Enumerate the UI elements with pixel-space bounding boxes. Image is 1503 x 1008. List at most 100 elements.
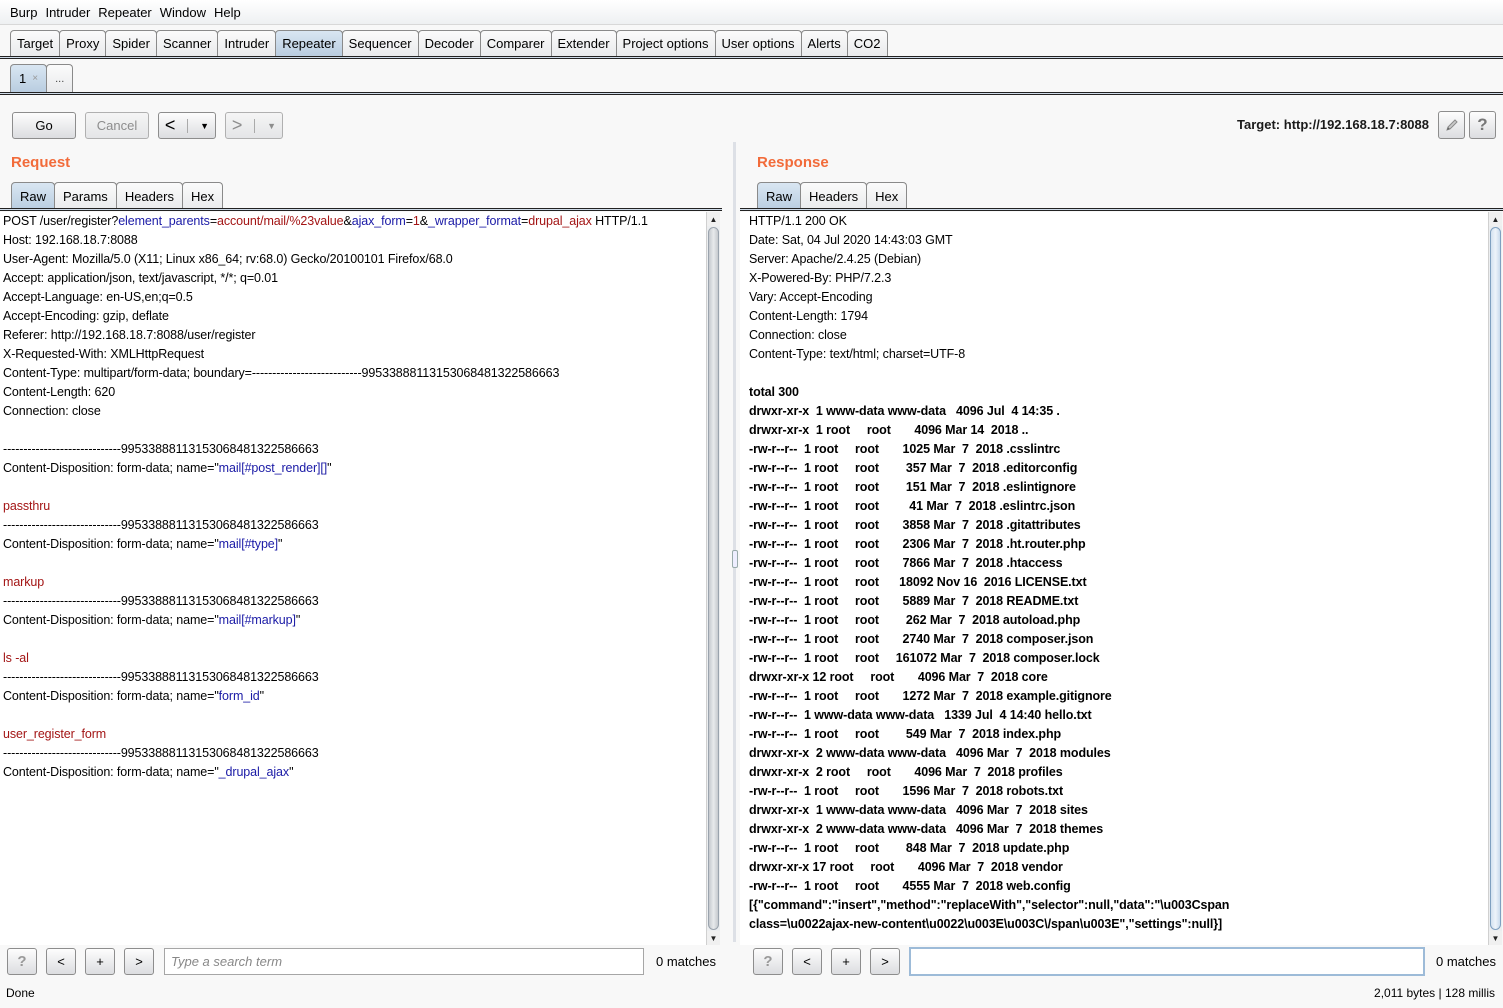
response-search-help-button[interactable]: ? bbox=[753, 948, 783, 975]
tab-divider bbox=[0, 56, 1503, 59]
back-button[interactable]: < ▼ bbox=[158, 112, 216, 139]
request-header: User-Agent: Mozilla/5.0 (X11; Linux x86_… bbox=[3, 252, 453, 266]
menu-window[interactable]: Window bbox=[156, 5, 210, 20]
forward-history-dropdown-icon[interactable]: ▼ bbox=[267, 121, 276, 131]
next-icon: > bbox=[135, 954, 143, 969]
request-header: X-Requested-With: XMLHttpRequest bbox=[3, 347, 205, 361]
request-tab-headers[interactable]: Headers bbox=[115, 182, 183, 210]
tab-repeater[interactable]: Repeater bbox=[275, 30, 343, 56]
scroll-down-icon[interactable]: ▼ bbox=[1489, 931, 1502, 945]
param-separator: & bbox=[343, 214, 352, 228]
tab-project-options[interactable]: Project options bbox=[615, 30, 716, 56]
response-search-input[interactable] bbox=[909, 947, 1425, 976]
tab-label: Repeater bbox=[282, 36, 336, 51]
request-tab-raw[interactable]: Raw bbox=[11, 182, 56, 210]
scroll-up-icon[interactable]: ▲ bbox=[707, 212, 720, 226]
response-tab-headers[interactable]: Headers bbox=[800, 182, 868, 210]
disposition-suffix: " bbox=[289, 765, 294, 779]
tab-label: Decoder bbox=[424, 36, 474, 51]
menu-repeater[interactable]: Repeater bbox=[94, 5, 155, 20]
response-body-line: -rw-r--r-- 1 root root 2740 Mar 7 2018 c… bbox=[749, 632, 1094, 646]
disposition-suffix: " bbox=[278, 537, 283, 551]
forward-button[interactable]: > ▼ bbox=[225, 112, 283, 139]
response-editor[interactable]: HTTP/1.1 200 OK Date: Sat, 04 Jul 2020 14… bbox=[740, 212, 1488, 945]
new-repeater-tab[interactable]: ... bbox=[46, 64, 74, 92]
response-body-line: -rw-r--r-- 1 root root 1025 Mar 7 2018 .… bbox=[749, 442, 1061, 456]
help-icon: ? bbox=[17, 953, 27, 970]
menu-bar: Burp Intruder Repeater Window Help bbox=[0, 0, 1503, 25]
response-search-options-button[interactable]: + bbox=[831, 948, 861, 975]
request-search-prev-button[interactable]: < bbox=[46, 948, 76, 975]
param-separator: & bbox=[419, 214, 429, 228]
tab-label: Scanner bbox=[162, 36, 212, 51]
menu-help[interactable]: Help bbox=[210, 5, 245, 20]
param-name: element_parents bbox=[118, 214, 210, 228]
request-header: Connection: close bbox=[3, 404, 101, 418]
tab-proxy[interactable]: Proxy bbox=[59, 30, 107, 56]
tab-comparer[interactable]: Comparer bbox=[479, 30, 552, 56]
response-body-line: -rw-r--r-- 1 root root 848 Mar 7 2018 up… bbox=[749, 841, 1070, 855]
request-editor[interactable]: POST /user/register?element_parents=acco… bbox=[0, 212, 706, 945]
back-history-dropdown-icon[interactable]: ▼ bbox=[200, 121, 209, 131]
repeater-tab-1[interactable]: 1 × bbox=[10, 64, 48, 92]
request-search-input[interactable] bbox=[164, 948, 644, 975]
tab-extender[interactable]: Extender bbox=[550, 30, 617, 56]
response-body-line: -rw-r--r-- 1 www-data www-data 1339 Jul … bbox=[749, 708, 1092, 722]
tab-decoder[interactable]: Decoder bbox=[417, 30, 481, 56]
request-search-help-button[interactable]: ? bbox=[7, 948, 37, 975]
response-body-line: [{"command":"insert","method":"replaceWi… bbox=[749, 898, 1230, 912]
request-scrollbar[interactable]: ▲ ▼ bbox=[706, 212, 720, 945]
request-search-options-button[interactable]: + bbox=[85, 948, 115, 975]
response-search-next-button[interactable]: > bbox=[870, 948, 900, 975]
separator bbox=[254, 118, 256, 133]
help-button[interactable]: ? bbox=[1469, 111, 1496, 139]
scrollbar-thumb[interactable] bbox=[1490, 227, 1501, 930]
tab-label: CO2 bbox=[853, 36, 881, 51]
menu-intruder[interactable]: Intruder bbox=[41, 5, 94, 20]
go-button[interactable]: Go bbox=[12, 112, 76, 139]
scrollbar-thumb[interactable] bbox=[708, 227, 719, 930]
scroll-down-icon[interactable]: ▼ bbox=[707, 931, 720, 945]
close-tab-icon[interactable]: × bbox=[32, 73, 38, 84]
response-search-prev-button[interactable]: < bbox=[792, 948, 822, 975]
multipart-boundary: -----------------------------99533888113… bbox=[3, 442, 319, 456]
pane-splitter[interactable] bbox=[729, 142, 739, 942]
response-body-line: -rw-r--r-- 1 root root 3858 Mar 7 2018 .… bbox=[749, 518, 1081, 532]
response-scrollbar[interactable]: ▲ ▼ bbox=[1488, 212, 1502, 945]
response-body-line: -rw-r--r-- 1 root root 357 Mar 7 2018 .e… bbox=[749, 461, 1078, 475]
cancel-button[interactable]: Cancel bbox=[85, 112, 149, 139]
request-tab-params[interactable]: Params bbox=[54, 182, 117, 210]
splitter-grip[interactable] bbox=[732, 550, 738, 568]
response-tab-hex[interactable]: Hex bbox=[866, 182, 908, 210]
tab-scanner[interactable]: Scanner bbox=[155, 30, 219, 56]
multipart-boundary: -----------------------------99533888113… bbox=[3, 518, 319, 532]
response-body-line: drwxr-xr-x 2 root root 4096 Mar 7 2018 p… bbox=[749, 765, 1063, 779]
tab-target[interactable]: Target bbox=[10, 30, 61, 56]
menu-burp[interactable]: Burp bbox=[6, 5, 41, 20]
tab-alerts[interactable]: Alerts bbox=[800, 30, 848, 56]
content-disposition: Content-Disposition: form-data; name="ma… bbox=[0, 535, 706, 554]
tab-user-options[interactable]: User options bbox=[714, 30, 802, 56]
disposition-suffix: " bbox=[295, 613, 301, 627]
disposition-prefix: Content-Disposition: form-data; name=" bbox=[3, 537, 219, 551]
edit-target-button[interactable] bbox=[1438, 111, 1465, 139]
request-tab-hex[interactable]: Hex bbox=[181, 182, 224, 210]
scroll-up-icon[interactable]: ▲ bbox=[1489, 212, 1502, 226]
request-search-next-button[interactable]: > bbox=[124, 948, 154, 975]
response-body-line: -rw-r--r-- 1 root root 7866 Mar 7 2018 .… bbox=[749, 556, 1063, 570]
response-header: Content-Type: text/html; charset=UTF-8 bbox=[749, 347, 966, 361]
new-tab-label: ... bbox=[55, 72, 65, 85]
response-body-line: -rw-r--r-- 1 root root 4555 Mar 7 2018 w… bbox=[749, 879, 1071, 893]
response-header: HTTP/1.1 200 OK bbox=[749, 214, 847, 228]
response-body-line: drwxr-xr-x 12 root root 4096 Mar 7 2018 … bbox=[749, 670, 1048, 684]
param-name: ajax_form bbox=[351, 214, 406, 228]
response-body-line: -rw-r--r-- 1 root root 41 Mar 7 2018 .es… bbox=[749, 499, 1076, 513]
tab-sequencer[interactable]: Sequencer bbox=[341, 30, 419, 56]
tab-intruder[interactable]: Intruder bbox=[217, 30, 277, 56]
response-tab-raw[interactable]: Raw bbox=[757, 182, 802, 210]
tab-spider[interactable]: Spider bbox=[105, 30, 157, 56]
tab-co2[interactable]: CO2 bbox=[846, 30, 888, 56]
tab-label: Raw bbox=[20, 189, 47, 204]
